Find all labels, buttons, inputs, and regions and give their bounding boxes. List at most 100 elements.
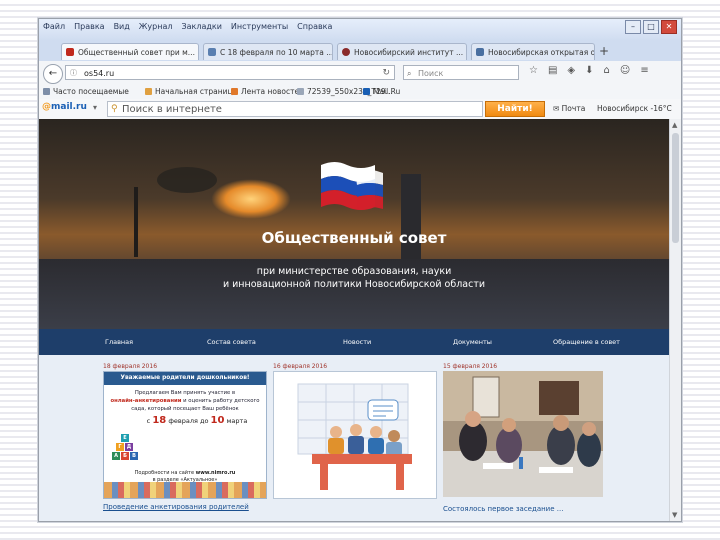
scroll-thumb[interactable] xyxy=(672,133,679,243)
nav-home[interactable]: Главная xyxy=(105,338,133,346)
logo-at: @ xyxy=(42,102,51,112)
favicon-icon xyxy=(66,48,74,56)
window-controls: – □ ✕ xyxy=(625,20,677,34)
nav-contact[interactable]: Обращение в совет xyxy=(553,338,620,346)
folder-icon xyxy=(43,88,50,95)
sync-icon[interactable]: ☺ xyxy=(620,65,630,76)
navigation-bar: ← ⓘ os54.ru ↻ ⌕ Поиск ☆ ▤ ◈ ⬇ ⌂ ☺ ≡ xyxy=(39,61,681,86)
date-to-month: марта xyxy=(226,417,248,425)
dates-prefix: с xyxy=(146,417,151,425)
card-dates: с 18 февраля до 10 марта xyxy=(110,416,260,426)
bookmark-most-visited[interactable]: Часто посещаемые xyxy=(43,87,129,96)
card-note-line: Подробности на сайте www.nimro.ru xyxy=(104,470,266,477)
children-photo-strip xyxy=(104,482,266,498)
url-text: os54.ru xyxy=(84,69,115,78)
download-icon[interactable]: ⬇ xyxy=(585,65,593,76)
mailru-logo[interactable]: @mail.ru xyxy=(42,102,87,112)
mailru-search-input[interactable]: ⚲ Поиск в интернете xyxy=(107,101,483,117)
tab-label: Новосибирская открытая о... xyxy=(488,47,595,57)
dropdown-icon[interactable]: ▾ xyxy=(93,103,97,112)
mailru-search-placeholder: Поиск в интернете xyxy=(122,104,222,115)
close-window-button[interactable]: ✕ xyxy=(661,20,677,34)
reading-list-icon[interactable]: ▤ xyxy=(548,65,557,76)
tab-strip: Общественный совет при м... ✕ С 18 февра… xyxy=(39,41,681,61)
smoke-cloud xyxy=(157,167,217,193)
tab-3[interactable]: Новосибирский институт ... ✕ xyxy=(337,43,467,60)
nav-news[interactable]: Новости xyxy=(343,338,371,346)
hero-banner: Общественный совет при министерстве обра… xyxy=(39,119,669,329)
bookmark-news-feed[interactable]: Лента новостей xyxy=(231,87,304,96)
site-title: Общественный совет xyxy=(261,229,447,247)
date-from-month: февраля xyxy=(168,417,198,425)
back-arrow-icon[interactable]: ← xyxy=(43,64,63,84)
mail-link[interactable]: ✉ Почта xyxy=(553,104,585,113)
page-icon xyxy=(297,88,304,95)
mailru-icon xyxy=(363,88,370,95)
menu-file[interactable]: Файл xyxy=(43,22,65,31)
maximize-button[interactable]: □ xyxy=(643,20,659,34)
reload-icon[interactable]: ↻ xyxy=(382,66,390,81)
site-subtitle: при министерстве образования, науки и ин… xyxy=(39,265,669,291)
card-text: сада, который посещает Ваш ребёнок xyxy=(131,406,239,412)
news-date: 16 февраля 2016 xyxy=(273,363,328,370)
card-body: Предлагаем Вам принять участие в онлайн-… xyxy=(104,385,266,429)
tab-label: Новосибирский институт ... xyxy=(354,47,464,57)
home-icon[interactable]: ⌂ xyxy=(604,65,610,76)
news-card-meeting-illustration[interactable] xyxy=(273,371,437,499)
favicon-icon xyxy=(342,48,350,56)
menu-bookmarks[interactable]: Закладки xyxy=(181,22,221,31)
menu-edit[interactable]: Правка xyxy=(74,22,104,31)
weather-widget[interactable]: Новосибирск -16°C xyxy=(597,104,672,113)
search-input[interactable]: ⌕ Поиск xyxy=(403,65,519,80)
find-button[interactable]: Найти! xyxy=(485,101,545,117)
menu-history[interactable]: Журнал xyxy=(139,22,173,31)
tab-active[interactable]: Общественный совет при м... ✕ xyxy=(61,43,199,60)
meeting-photo xyxy=(443,371,603,497)
subtitle-line-2: и инновационной политики Новосибирской о… xyxy=(222,279,486,290)
menu-bar: Файл Правка Вид Журнал Закладки Инструме… xyxy=(43,22,332,31)
menu-help[interactable]: Справка xyxy=(297,22,332,31)
russian-flag-icon xyxy=(321,162,383,210)
bookmark-start-page[interactable]: Начальная страница xyxy=(145,87,237,96)
menu-icon[interactable]: ≡ xyxy=(640,65,648,76)
title-bar: Файл Правка Вид Журнал Закладки Инструме… xyxy=(39,19,681,41)
bookmark-mailru[interactable]: Mail.Ru xyxy=(363,87,400,96)
bookmarks-bar: Часто посещаемые Начальная страница Лент… xyxy=(39,85,681,99)
vertical-scrollbar[interactable]: ▲ ▼ xyxy=(669,119,681,521)
tab-label: Общественный совет при м... xyxy=(78,47,195,57)
search-placeholder: Поиск xyxy=(418,69,444,78)
sunset-glow xyxy=(211,179,291,219)
nav-documents[interactable]: Документы xyxy=(453,338,492,346)
menu-view[interactable]: Вид xyxy=(114,22,130,31)
meeting-illustration xyxy=(274,372,436,498)
news-link[interactable]: Состоялось первое заседание ... xyxy=(443,505,563,513)
menu-tools[interactable]: Инструменты xyxy=(231,22,288,31)
news-card-survey[interactable]: Уважаемые родители дошкольников! Предлаг… xyxy=(103,371,267,499)
news-date: 18 февраля 2016 xyxy=(103,363,158,370)
nav-council[interactable]: Состав совета xyxy=(207,338,256,346)
news-date: 15 февраля 2016 xyxy=(443,363,498,370)
news-link[interactable]: Проведение анкетирования родителей xyxy=(103,503,249,511)
star-icon[interactable]: ☆ xyxy=(529,65,538,76)
new-tab-icon[interactable]: + xyxy=(599,44,609,58)
scroll-down-icon[interactable]: ▼ xyxy=(672,511,677,519)
site-navigation: Главная Состав совета Новости Документы … xyxy=(39,329,669,355)
card-header: Уважаемые родители дошкольников! xyxy=(104,372,266,385)
search-icon: ⚲ xyxy=(111,104,118,114)
subtitle-line-1: при министерстве образования, науки xyxy=(256,266,452,277)
card-text-highlight: онлайн-анкетировании xyxy=(110,398,182,404)
card-text: онлайн-анкетировании и оценить работу де… xyxy=(110,397,260,405)
rss-icon xyxy=(231,88,238,95)
minimize-button[interactable]: – xyxy=(625,20,641,34)
tab-4[interactable]: Новосибирская открытая о... ✕ xyxy=(471,43,595,60)
favicon-icon xyxy=(208,48,216,56)
news-section: 18 февраля 2016 16 февраля 2016 15 февра… xyxy=(39,355,669,521)
address-bar[interactable]: ⓘ os54.ru ↻ xyxy=(65,65,395,80)
note-prefix: Подробности на сайте xyxy=(134,470,195,476)
scroll-up-icon[interactable]: ▲ xyxy=(672,121,677,129)
pocket-icon[interactable]: ◈ xyxy=(567,65,575,76)
mail-label: Почта xyxy=(561,104,586,113)
tab-2[interactable]: С 18 февраля по 10 марта ... ✕ xyxy=(203,43,333,60)
news-card-meeting-photo[interactable] xyxy=(443,371,603,497)
toolbar-icons: ☆ ▤ ◈ ⬇ ⌂ ☺ ≡ xyxy=(529,65,649,76)
